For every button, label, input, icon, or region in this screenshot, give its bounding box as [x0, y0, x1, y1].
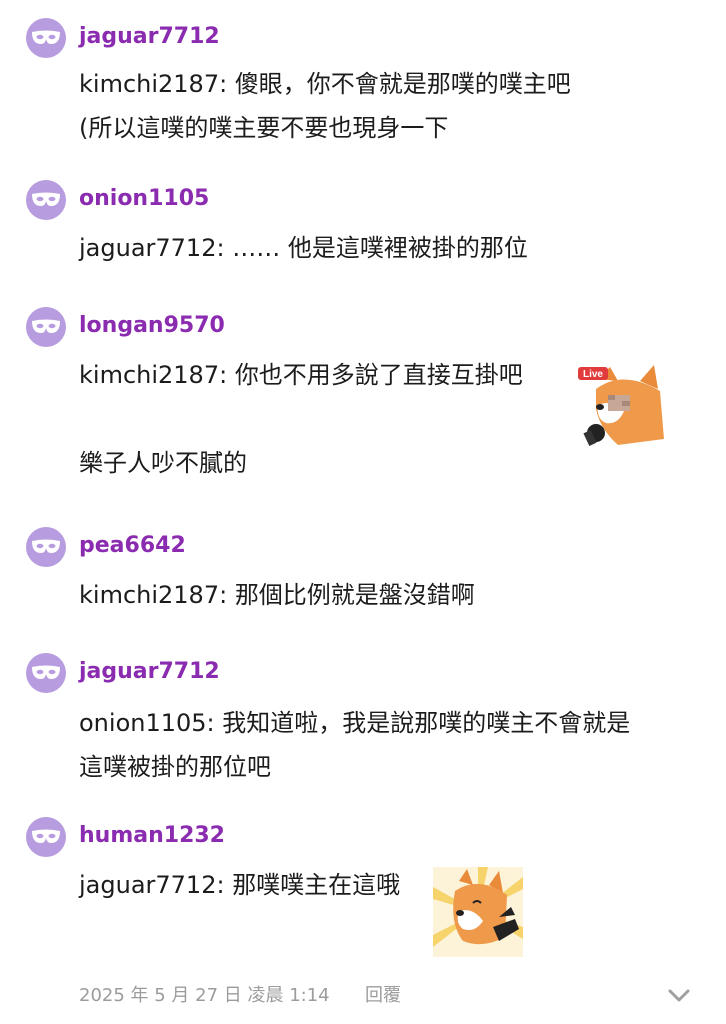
- comment-thread: jaguar7712 kimchi2187: 傻眼，你不會就是那噗的噗主吧 (所…: [0, 0, 726, 1024]
- comment-text: (所以這噗的噗主要不要也現身一下: [79, 114, 449, 142]
- avatar[interactable]: [26, 180, 66, 220]
- comment-body: kimchi2187: 傻眼，你不會就是那噗的噗主吧 (所以這噗的噗主要不要也現…: [79, 62, 709, 150]
- comment-body: onion1105: 我知道啦，我是說那噗的噗主不會就是 這噗被掛的那位吧: [79, 701, 709, 789]
- comment-body: jaguar7712: …… 他是這噗裡被掛的那位: [79, 226, 709, 270]
- live-badge: Live: [583, 369, 603, 380]
- avatar[interactable]: [26, 527, 66, 567]
- username[interactable]: longan9570: [79, 311, 225, 341]
- fox-cheering-sticker: [433, 867, 523, 957]
- comment-text: 這噗被掛的那位吧: [79, 753, 271, 781]
- mask-icon: [32, 319, 60, 333]
- mask-icon: [32, 192, 60, 206]
- mask-icon: [32, 665, 60, 679]
- username[interactable]: jaguar7712: [79, 22, 220, 52]
- avatar[interactable]: [26, 653, 66, 693]
- avatar[interactable]: [26, 18, 66, 58]
- avatar[interactable]: [26, 307, 66, 347]
- username[interactable]: human1232: [79, 821, 225, 851]
- timestamp: 2025 年 5 月 27 日 凌晨 1:14: [79, 985, 330, 1006]
- reply-button[interactable]: 回覆: [365, 982, 401, 1010]
- chevron-down-icon[interactable]: [667, 984, 691, 1006]
- comment-text: kimchi2187: 那個比例就是盤沒錯啊: [79, 581, 475, 609]
- fox-live-sticker: Live: [578, 365, 664, 447]
- username[interactable]: onion1105: [79, 184, 209, 214]
- comment-text: jaguar7712: 那噗噗主在這哦: [79, 871, 401, 899]
- comment-text: jaguar7712: …… 他是這噗裡被掛的那位: [79, 234, 528, 262]
- comment-body: kimchi2187: 那個比例就是盤沒錯啊: [79, 573, 709, 617]
- comment-text: onion1105: 我知道啦，我是說那噗的噗主不會就是: [79, 709, 631, 737]
- comment-body: jaguar7712: 那噗噗主在這哦: [79, 863, 709, 907]
- mask-icon: [32, 30, 60, 44]
- mask-icon: [32, 829, 60, 843]
- username[interactable]: pea6642: [79, 531, 186, 561]
- mask-icon: [32, 539, 60, 553]
- comment-footer: 2025 年 5 月 27 日 凌晨 1:14 回覆: [79, 982, 709, 1010]
- avatar[interactable]: [26, 817, 66, 857]
- comment-text: kimchi2187: 傻眼，你不會就是那噗的噗主吧: [79, 70, 571, 98]
- username[interactable]: jaguar7712: [79, 657, 220, 687]
